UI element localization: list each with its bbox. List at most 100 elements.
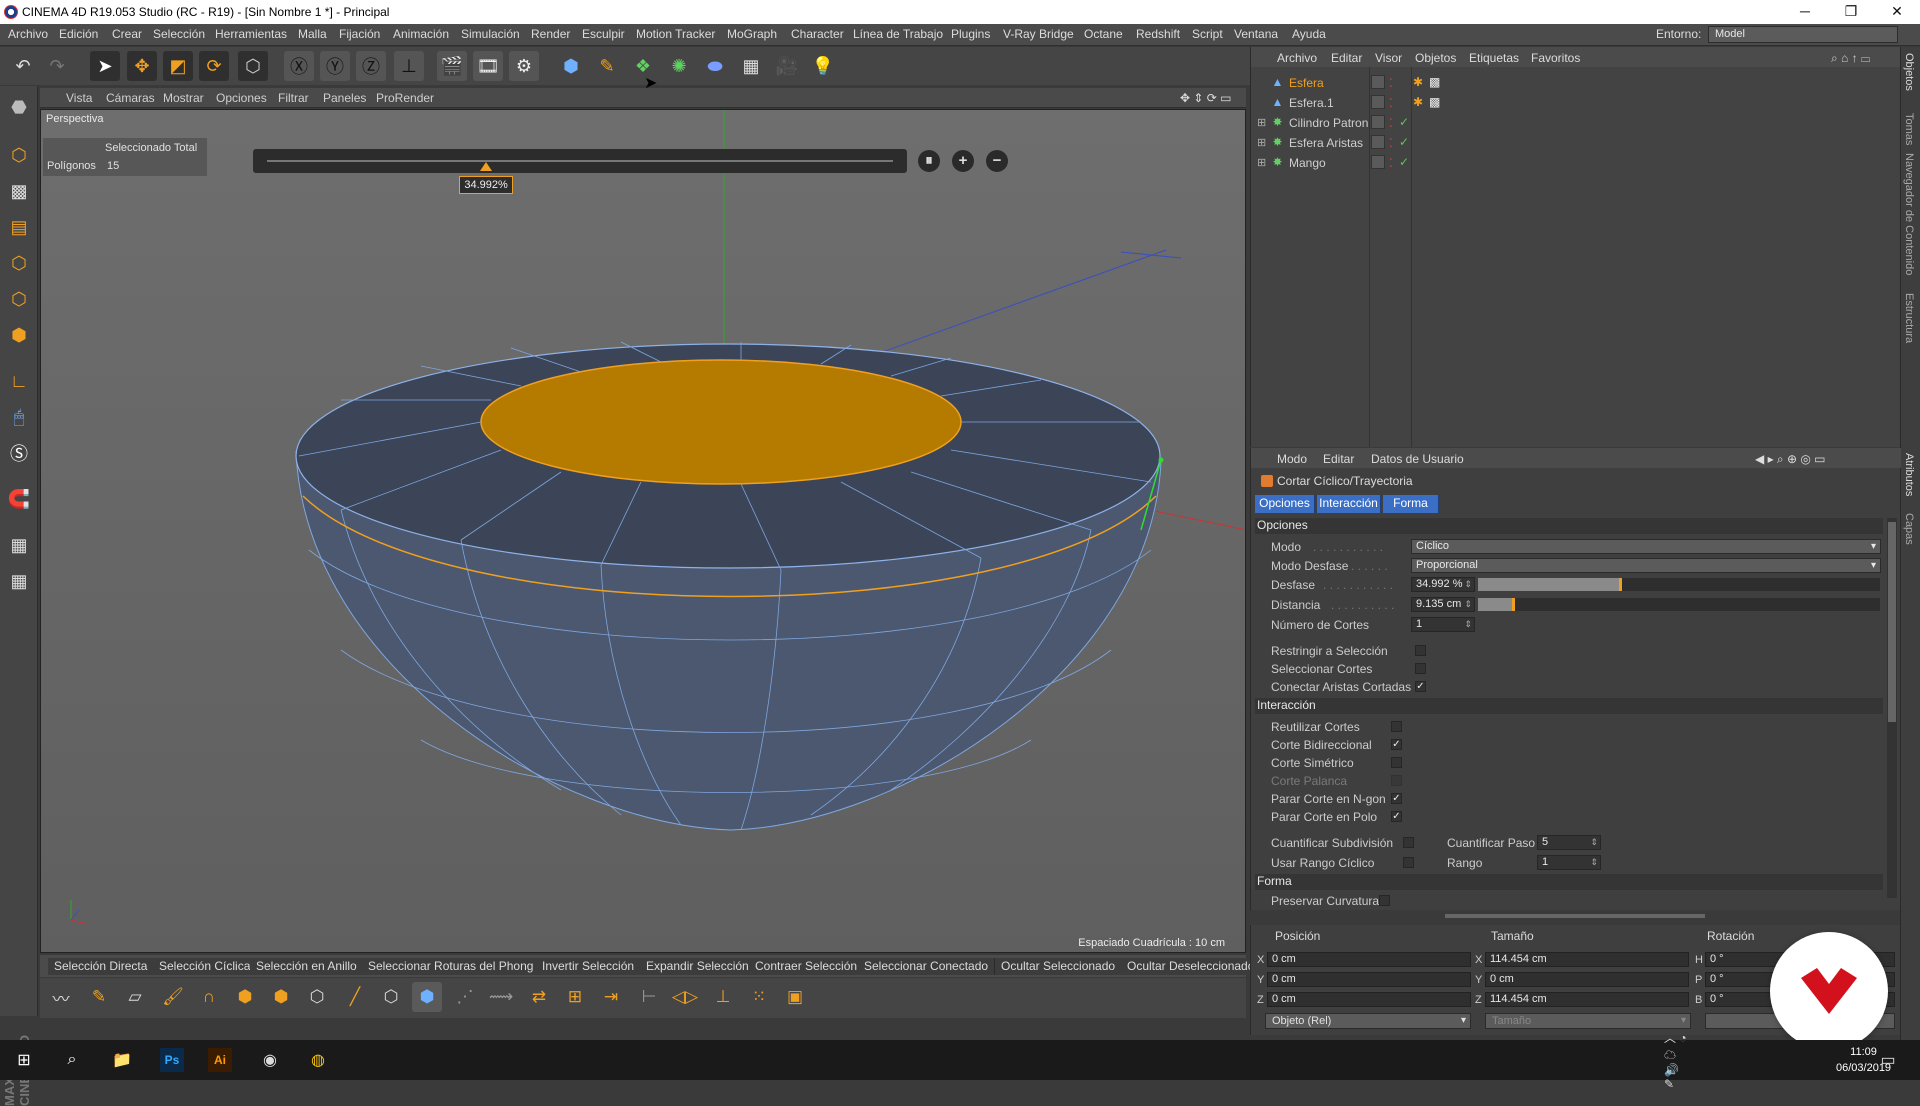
menu-crear[interactable]: Crear (112, 27, 142, 41)
om-search-icon[interactable]: ⌕ ⌂ ↑ ▭ (1831, 51, 1870, 66)
viewport-menu-paneles[interactable]: Paneles (323, 91, 366, 105)
slide-icon[interactable]: ⇄ (524, 982, 554, 1012)
distancia-slider-handle[interactable] (1512, 598, 1515, 611)
object-row-mango[interactable]: ⊞ ✸ Mango ⁚ ✓ (1251, 153, 1901, 173)
visibility-toggle[interactable] (1371, 155, 1385, 169)
pos-x-input[interactable]: 0 cm (1267, 952, 1471, 967)
object-name[interactable]: Esfera (1289, 76, 1324, 90)
distancia-input[interactable]: 9.135 cm (1411, 597, 1475, 612)
texture-mode-icon[interactable]: ▩ (4, 176, 34, 206)
camera-icon[interactable]: 🎥 (772, 51, 802, 81)
object-name[interactable]: Cilindro Patron (1289, 116, 1368, 130)
viewport-menu-prorender[interactable]: ProRender (376, 91, 434, 105)
visibility-toggle[interactable] (1371, 135, 1385, 149)
cuantificar-paso-input[interactable]: 5 (1537, 835, 1601, 850)
polygon-pen-icon[interactable]: ✎ (84, 982, 114, 1012)
render-dots-icon[interactable]: ⁚ (1389, 156, 1395, 170)
recent-tools-icon[interactable]: ⬡ (238, 51, 268, 81)
points-mode-icon[interactable]: ⬡ (4, 248, 34, 278)
pause-icon[interactable]: ⏸ (918, 150, 940, 172)
seleccionar-conectado-button[interactable]: Seleccionar Conectado (858, 958, 996, 975)
om-menu-visor[interactable]: Visor (1375, 51, 1402, 65)
material-tag-icon[interactable]: ▩ (1429, 75, 1440, 89)
corte-simetrico-checkbox[interactable] (1391, 757, 1402, 768)
tab-opciones[interactable]: Opciones (1255, 495, 1315, 513)
optimize-icon[interactable]: ▣ (780, 982, 810, 1012)
size-x-input[interactable]: 114.454 cm (1485, 952, 1689, 967)
system-tray-icons[interactable]: ︿ ◔ ☁ 🔊 ✎ (1664, 1031, 1688, 1091)
corte-palanca-checkbox[interactable] (1391, 775, 1402, 786)
attr-horizontal-scrollbar[interactable] (1445, 914, 1705, 918)
contraer-seleccion-button[interactable]: Contraer Selección (749, 958, 865, 975)
menu-fijacion[interactable]: Fijación (339, 27, 380, 41)
seleccion-en-anillo-button[interactable]: Selección en Anillo (250, 958, 364, 975)
coordinate-system-icon[interactable]: ⊥ (394, 51, 424, 81)
subdivide-icon[interactable]: ⁙ (744, 982, 774, 1012)
size-y-input[interactable]: 0 cm (1485, 972, 1689, 987)
render-dots-icon[interactable]: ⁚ (1389, 136, 1395, 150)
desfase-slider[interactable] (1478, 578, 1880, 591)
undo-icon[interactable]: ↶ (8, 51, 38, 81)
visibility-toggle[interactable] (1371, 95, 1385, 109)
attr-vertical-scrollbar[interactable] (1887, 518, 1897, 898)
usar-rango-ciclico-checkbox[interactable] (1403, 857, 1414, 868)
object-row-esfera[interactable]: ▲ Esfera ⁚ ✱ ▩ (1251, 73, 1901, 93)
floor-environment-icon[interactable]: ▦ (736, 51, 766, 81)
solo-mode-icon[interactable]: Ⓢ (4, 438, 34, 468)
plus-icon[interactable]: + (952, 150, 974, 172)
size-z-input[interactable]: 114.454 cm (1485, 992, 1689, 1007)
menu-motion-tracker[interactable]: Motion Tracker (636, 27, 715, 41)
axis-mode-icon[interactable]: ∟ (4, 366, 34, 396)
enabled-check-icon[interactable]: ✓ (1399, 155, 1409, 169)
menu-herramientas[interactable]: Herramientas (215, 27, 287, 41)
make-editable-icon[interactable]: ⬣ (4, 92, 34, 122)
object-name[interactable]: Esfera Aristas (1289, 136, 1363, 150)
conectar-aristas-checkbox[interactable]: ✓ (1415, 681, 1426, 692)
seleccionar-roturas-phong-button[interactable]: Seleccionar Roturas del Phong (362, 958, 541, 975)
object-row-esfera-aristas[interactable]: ⊞ ✸ Esfera Aristas ⁚ ✓ (1251, 133, 1901, 153)
tab-forma[interactable]: Forma (1383, 495, 1439, 513)
invertir-seleccion-button[interactable]: Invertir Selección (536, 958, 642, 975)
seleccion-directa-button[interactable]: Selección Directa (48, 958, 155, 975)
phong-tag-icon[interactable]: ✱ (1413, 75, 1423, 89)
minus-icon[interactable]: − (986, 150, 1008, 172)
expand-icon[interactable]: ⊞ (1257, 116, 1266, 129)
reutilizar-cortes-checkbox[interactable] (1391, 721, 1402, 732)
menu-vray-bridge[interactable]: V-Ray Bridge (1003, 27, 1074, 41)
side-tab-estructura[interactable]: Estructura (1903, 293, 1915, 343)
menu-octane[interactable]: Octane (1084, 27, 1123, 41)
om-menu-favoritos[interactable]: Favoritos (1531, 51, 1580, 65)
distancia-slider[interactable] (1478, 598, 1880, 611)
knife-icon[interactable]: ▱ (120, 982, 150, 1012)
y-axis-lock-icon[interactable]: Ⓨ (320, 51, 350, 81)
desfase-slider-handle[interactable] (1618, 578, 1622, 591)
modo-desfase-dropdown[interactable]: Proporcional (1411, 558, 1881, 573)
visibility-toggle[interactable] (1371, 115, 1385, 129)
menu-esculpir[interactable]: Esculpir (582, 27, 625, 41)
render-view-icon[interactable]: 🎬 (437, 51, 467, 81)
iron-icon[interactable]: ⊞ (560, 982, 590, 1012)
side-tab-capas[interactable]: Capas (1903, 513, 1915, 545)
attr-menu-datos-usuario[interactable]: Datos de Usuario (1371, 452, 1464, 466)
parar-polo-checkbox[interactable]: ✓ (1391, 811, 1402, 822)
preservar-curvatura-checkbox[interactable] (1379, 895, 1390, 906)
visibility-toggle[interactable] (1371, 75, 1385, 89)
maximize-button[interactable]: ❐ (1828, 0, 1874, 24)
polygons-mode-icon[interactable]: ⬢ (4, 320, 34, 350)
viewport-menu-mostrar[interactable]: Mostrar (163, 91, 204, 105)
search-icon[interactable]: ⌕ (60, 1048, 84, 1072)
attr-nav-icons[interactable]: ◀ ▸ ⌕ ⊕ ◎ ▭ (1755, 452, 1826, 467)
menu-malla[interactable]: Malla (298, 27, 327, 41)
object-row-esfera-1[interactable]: ▲ Esfera.1 ⁚ ✱ ▩ (1251, 93, 1901, 113)
seleccionar-cortes-checkbox[interactable] (1415, 663, 1426, 674)
render-settings-icon[interactable]: ⚙ (509, 51, 539, 81)
menu-plugins[interactable]: Plugins (951, 27, 990, 41)
expand-icon[interactable]: ⊞ (1257, 136, 1266, 149)
align-normals-icon[interactable]: ⊥ (708, 982, 738, 1012)
render-dots-icon[interactable]: ⁚ (1389, 76, 1395, 90)
side-tab-objetos[interactable]: Objetos (1903, 53, 1915, 91)
object-row-cilindro-patron[interactable]: ⊞ ✸ Cilindro Patron ⁚ ✓ (1251, 113, 1901, 133)
menu-linea-de-trabajo[interactable]: Línea de Trabajo (853, 27, 943, 41)
expand-icon[interactable]: ⊞ (1257, 156, 1266, 169)
object-name[interactable]: Esfera.1 (1289, 96, 1334, 110)
